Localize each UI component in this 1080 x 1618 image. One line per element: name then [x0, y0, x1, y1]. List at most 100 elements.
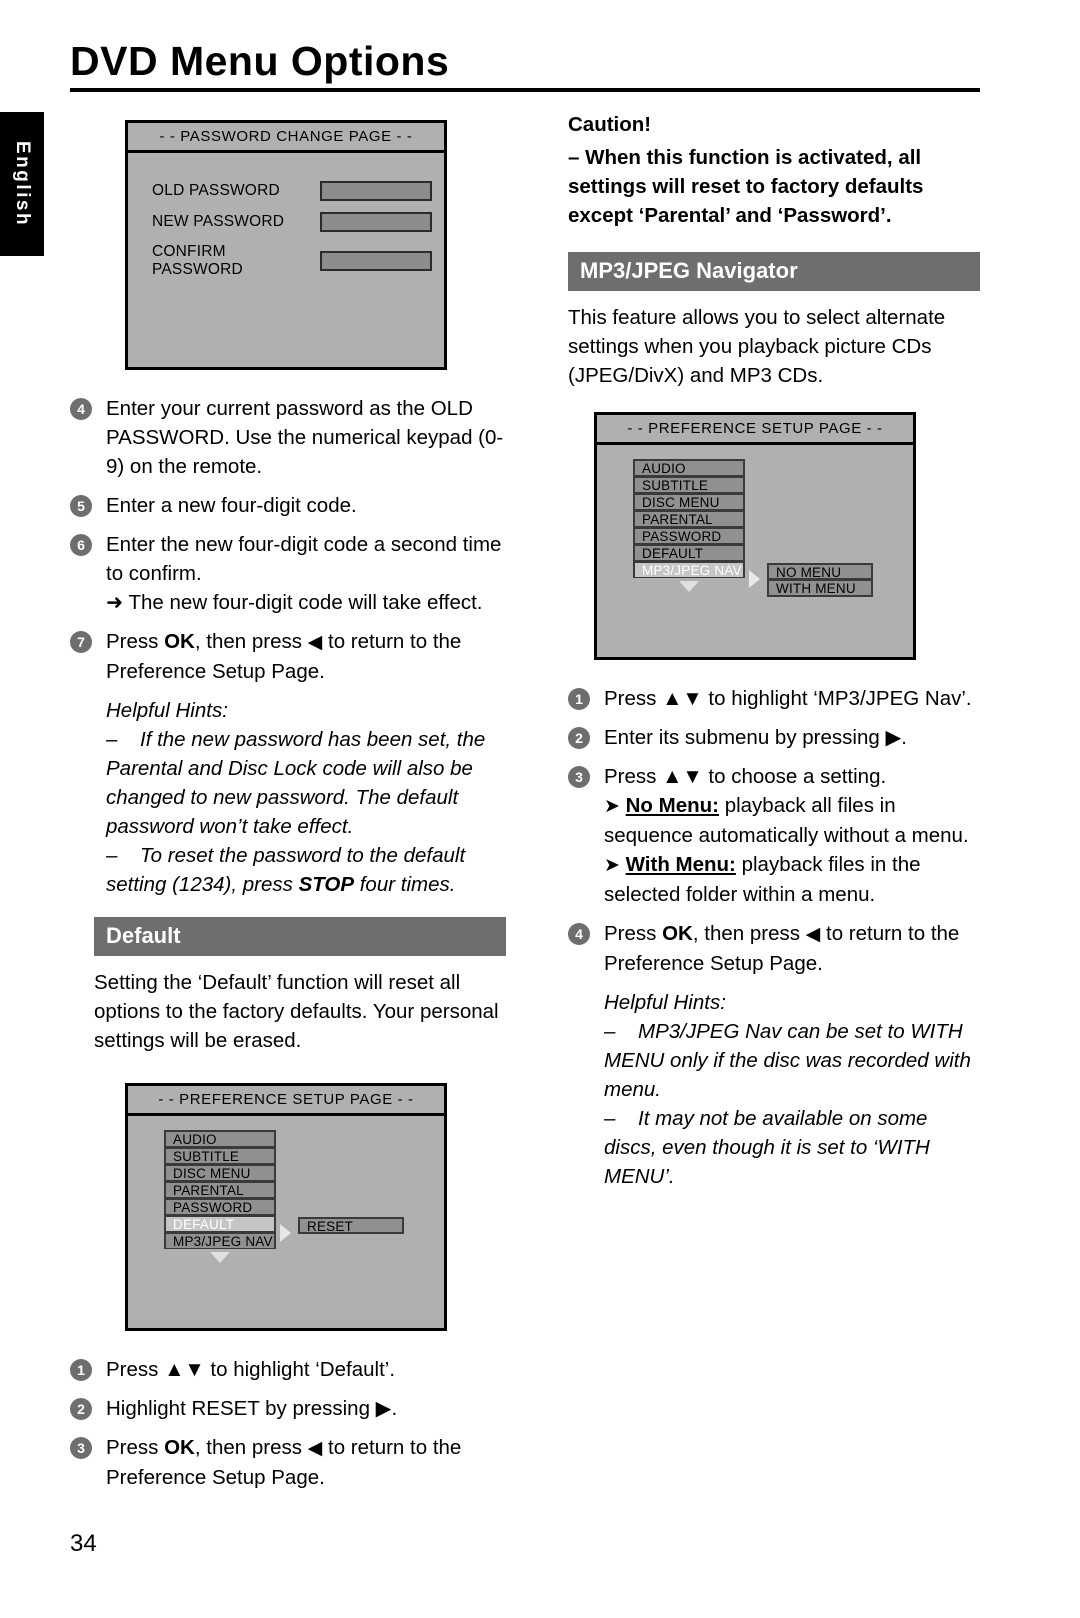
left-arrow-icon: ◀ [307, 1438, 323, 1459]
mp3-step-1-number: 1 [568, 688, 590, 710]
mp3-step-4-number: 4 [568, 923, 590, 945]
menu-item-default[interactable]: DEFAULT [633, 544, 745, 561]
mp3-step-3: 3 Press ▲▼ to choose a setting. ➤ No Men… [568, 762, 980, 909]
step-6-subnote: ➜ The new four-digit code will take effe… [106, 591, 483, 614]
hint-1-text: MP3/JPEG Nav can be set to WITH MENU onl… [604, 1020, 971, 1101]
mp3-step-3-post: to choose a setting. [702, 765, 887, 788]
default-section-body: Setting the ‘Default’ function will rese… [94, 971, 499, 1052]
default-step-1-number: 1 [70, 1359, 92, 1381]
mp3-step-4-ok-key: OK [662, 922, 693, 945]
step-7: 7 Press OK, then press ◀ to return to th… [70, 627, 518, 686]
submenu-item-reset[interactable]: RESET [298, 1217, 404, 1234]
default-section-heading: Default [94, 917, 506, 956]
pref-menu-area-right: AUDIO SUBTITLE DISC MENU PARENTAL PASSWO… [597, 445, 913, 597]
default-step-3-mid: , then press [194, 1436, 308, 1459]
step-7-ok-key: OK [164, 630, 195, 653]
default-step-1: 1 Press ▲▼ to highlight ‘Default’. [70, 1355, 518, 1384]
mp3-step-4: 4 Press OK, then press ◀ to return to th… [568, 919, 980, 978]
default-steps: 1 Press ▲▼ to highlight ‘Default’. 2 Hig… [70, 1355, 518, 1492]
up-down-arrows-icon: ▲▼ [164, 1358, 205, 1381]
step-5-number: 5 [70, 495, 92, 517]
mp3-step-1-pre: Press [604, 687, 663, 710]
scroll-down-caret-icon [679, 581, 699, 592]
default-step-3-ok-key: OK [164, 1436, 195, 1459]
menu-item-audio[interactable]: AUDIO [633, 459, 745, 476]
confirm-password-field[interactable] [320, 251, 432, 271]
menu-item-disc-menu[interactable]: DISC MENU [633, 493, 745, 510]
step-7-text-mid: , then press [194, 630, 308, 653]
result-arrow-icon: ➤ [604, 855, 620, 876]
hint-2-post: four times. [354, 873, 456, 896]
pref-submenu-left: RESET [298, 1217, 404, 1234]
mp3-step-2-number: 2 [568, 727, 590, 749]
step-7-text-pre: Press [106, 630, 165, 653]
hint-2-stop-key: STOP [298, 873, 355, 896]
pref-submenu-right: NO MENU WITH MENU [767, 563, 873, 597]
password-screen-title: - - PASSWORD CHANGE PAGE - - [128, 123, 444, 153]
with-menu-label: With Menu: [625, 853, 736, 876]
menu-item-disc-menu[interactable]: DISC MENU [164, 1164, 276, 1181]
old-password-field[interactable] [320, 181, 432, 201]
left-arrow-icon: ◀ [805, 924, 821, 945]
password-row-confirm: CONFIRM PASSWORD [152, 243, 444, 279]
submenu-pointer-icon [280, 1224, 291, 1242]
submenu-item-with-menu[interactable]: WITH MENU [767, 580, 873, 597]
new-password-field[interactable] [320, 212, 432, 232]
new-password-label: NEW PASSWORD [152, 213, 285, 230]
default-step-2-post: . [391, 1397, 398, 1420]
up-down-arrows-icon: ▲▼ [662, 687, 703, 710]
hint-item-1: – MP3/JPEG Nav can be set to WITH MENU on… [604, 1017, 980, 1104]
mp3-step-4-mid: , then press [692, 922, 806, 945]
hint-dash: – [604, 1107, 616, 1130]
menu-item-parental[interactable]: PARENTAL [164, 1181, 276, 1198]
scroll-down-caret-icon [210, 1252, 230, 1263]
submenu-pointer-icon [749, 570, 760, 588]
menu-item-mp3-jpeg-nav[interactable]: MP3/JPEG NAV [633, 561, 745, 578]
step-6: 6 Enter the new four-digit code a second… [70, 530, 518, 617]
result-arrow-icon: ➤ [604, 796, 620, 817]
step-5-text: Enter a new four-digit code. [106, 494, 357, 517]
default-step-2: 2 Highlight RESET by pressing ▶. [70, 1394, 518, 1423]
right-column: Caution! – When this function is activat… [568, 110, 980, 1191]
right-arrow-icon: ▶ [885, 726, 902, 749]
page-number: 34 [70, 1530, 97, 1557]
right-arrow-icon: ▶ [375, 1397, 392, 1420]
mp3-step-1-post: to highlight ‘MP3/JPEG Nav’. [702, 687, 972, 710]
menu-item-parental[interactable]: PARENTAL [633, 510, 745, 527]
title-divider [70, 88, 980, 92]
step-7-number: 7 [70, 631, 92, 653]
with-menu-line: ➤ With Menu: playback files in the selec… [604, 850, 980, 909]
submenu-item-no-menu[interactable]: NO MENU [767, 563, 873, 580]
mp3-step-1: 1 Press ▲▼ to highlight ‘MP3/JPEG Nav’. [568, 684, 980, 713]
language-tab-label: English [12, 140, 33, 228]
password-row-new: NEW PASSWORD [152, 212, 444, 232]
up-down-arrows-icon: ▲▼ [662, 765, 703, 788]
menu-item-mp3-jpeg-nav[interactable]: MP3/JPEG NAV [164, 1232, 276, 1249]
pref-screen-title-left: - - PREFERENCE SETUP PAGE - - [128, 1086, 444, 1116]
left-arrow-icon: ◀ [307, 632, 323, 653]
mp3-helpful-hints: Helpful Hints: – MP3/JPEG Nav can be set … [568, 988, 980, 1191]
confirm-password-label: CONFIRM PASSWORD [152, 243, 243, 278]
step-6-text: Enter the new four-digit code a second t… [106, 533, 502, 585]
step-4: 4 Enter your current password as the OLD… [70, 394, 518, 481]
mp3-step-3-pre: Press [604, 765, 663, 788]
mp3-jpeg-steps: 1 Press ▲▼ to highlight ‘MP3/JPEG Nav’. … [568, 684, 980, 978]
menu-item-audio[interactable]: AUDIO [164, 1130, 276, 1147]
default-step-3-pre: Press [106, 1436, 165, 1459]
menu-item-default[interactable]: DEFAULT [164, 1215, 276, 1232]
mp3-step-2: 2 Enter its submenu by pressing ▶. [568, 723, 980, 752]
mp3-jpeg-section-heading: MP3/JPEG Navigator [568, 252, 980, 291]
mp3-step-3-number: 3 [568, 766, 590, 788]
no-menu-label: No Menu: [625, 794, 719, 817]
step-4-number: 4 [70, 398, 92, 420]
page-title: DVD Menu Options [70, 38, 450, 84]
left-column: - - PASSWORD CHANGE PAGE - - OLD PASSWOR… [70, 120, 518, 1502]
menu-item-password[interactable]: PASSWORD [164, 1198, 276, 1215]
menu-item-subtitle[interactable]: SUBTITLE [633, 476, 745, 493]
default-step-3-number: 3 [70, 1437, 92, 1459]
hint-dash: – [106, 844, 118, 867]
default-step-2-number: 2 [70, 1398, 92, 1420]
menu-item-subtitle[interactable]: SUBTITLE [164, 1147, 276, 1164]
menu-item-password[interactable]: PASSWORD [633, 527, 745, 544]
hints-title: Helpful Hints: [604, 991, 726, 1014]
